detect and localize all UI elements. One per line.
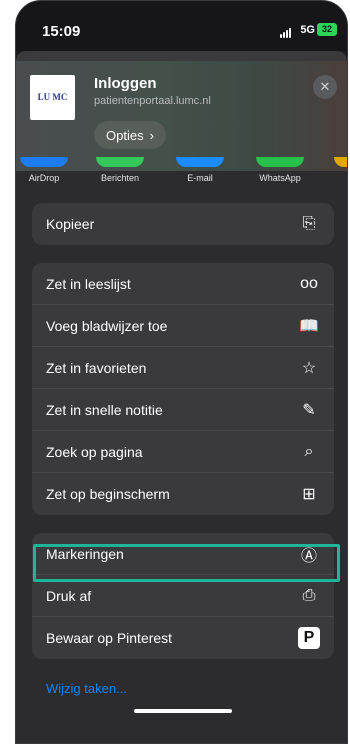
options-button[interactable]: Opties › — [94, 121, 166, 149]
menu-item-label: Zet in favorieten — [46, 359, 147, 376]
highlight-box — [33, 544, 340, 582]
share-target-airdrop[interactable]: AirDrop — [16, 157, 76, 183]
phone-screen: 15:09 5G 32 LU MC Inloggen patientenport… — [15, 0, 348, 744]
chevron-right-icon: › — [149, 127, 154, 143]
app-icon — [20, 157, 68, 167]
page-title: Inloggen — [94, 75, 157, 92]
printer-icon: ⎙ — [302, 586, 316, 604]
status-bar: 15:09 5G 32 — [16, 1, 347, 51]
share-sheet: LU MC Inloggen patientenportaal.lumc.nl … — [16, 61, 347, 743]
share-target-label: Berichten — [100, 173, 140, 183]
menu-item-label: Bewaar op Pinterest — [46, 630, 173, 646]
site-logo: LU MC — [30, 75, 75, 120]
app-icon — [256, 157, 304, 167]
copy-icon: ⎘ — [302, 215, 316, 232]
share-target-label: I — [326, 173, 347, 183]
close-button[interactable]: ✕ — [313, 75, 337, 99]
home-indicator — [134, 709, 232, 713]
edit-actions-link[interactable]: Wijzig taken... — [46, 681, 127, 696]
share-target-whatsapp[interactable]: WhatsApp — [248, 157, 312, 183]
menu-item-label: Kopieer — [46, 216, 95, 232]
find-on-page-icon: ⌕ — [304, 442, 314, 460]
share-target-i[interactable]: I — [326, 157, 347, 183]
menu-item-zet-op-beginscherm[interactable]: Zet op beginscherm ⊞ — [32, 473, 334, 515]
app-icon — [96, 157, 144, 167]
network-type: 5G — [300, 24, 315, 36]
menu-item-zet-in-leeslijst[interactable]: Zet in leeslijst oo — [32, 263, 334, 305]
menu-item-voeg-bladwijzer-toe[interactable]: Voeg bladwijzer toe 📖 — [32, 305, 334, 347]
app-icon — [176, 157, 224, 167]
menu-item-label: Voeg bladwijzer toe — [46, 317, 168, 334]
share-header: LU MC Inloggen patientenportaal.lumc.nl … — [16, 61, 347, 183]
share-target-label: WhatsApp — [259, 173, 301, 183]
page-url: patientenportaal.lumc.nl — [94, 95, 211, 107]
actions-group: Zet in leeslijst oo Voeg bladwijzer toe 📖 Ze… — [32, 263, 334, 515]
share-target-berichten[interactable]: Berichten — [88, 157, 152, 183]
logo-text: LU MC — [37, 92, 68, 102]
close-icon: ✕ — [319, 79, 331, 94]
copy-group: Kopieer ⎘ — [32, 203, 334, 245]
menu-item-zet-in-favorieten[interactable]: Zet in favorieten ☆ — [32, 347, 334, 389]
star-icon: ☆ — [301, 359, 317, 377]
share-target-label: AirDrop — [28, 173, 60, 183]
reading-list-icon: oo — [300, 274, 318, 292]
add-square-icon: ⊞ — [302, 486, 316, 503]
book-icon: 📖 — [299, 317, 319, 335]
options-label: Opties — [106, 127, 144, 143]
menu-item-label: Zet op beginscherm — [46, 486, 170, 502]
menu-item-bewaar-op-pinterest[interactable]: Bewaar op Pinterest P — [32, 617, 334, 659]
menu-item-label: Druk af — [46, 587, 92, 604]
menu-item-label: Zet in snelle notitie — [46, 401, 163, 418]
menu-item-label: Zet in leeslijst — [46, 275, 131, 292]
menu-item-zoek-op-pagina[interactable]: Zoek op pagina ⌕ — [32, 431, 334, 473]
share-target-e-mail[interactable]: E-mail — [168, 157, 232, 183]
app-icon — [334, 157, 347, 167]
share-target-label: E-mail — [187, 173, 213, 183]
quick-note-icon: ✎ — [302, 401, 316, 419]
battery-icon: 32 — [317, 23, 337, 36]
menu-item-kopieer[interactable]: Kopieer ⎘ — [32, 203, 334, 245]
signal-icon — [280, 28, 291, 38]
status-time: 15:09 — [42, 23, 81, 40]
menu-item-zet-in-snelle-notitie[interactable]: Zet in snelle notitie ✎ — [32, 389, 334, 431]
pinterest-icon: P — [298, 627, 320, 649]
sheet-backdrop — [16, 51, 347, 61]
share-targets: AirDrop Berichten E-mail WhatsApp I — [16, 157, 347, 187]
menu-item-label: Zoek op pagina — [46, 443, 143, 460]
